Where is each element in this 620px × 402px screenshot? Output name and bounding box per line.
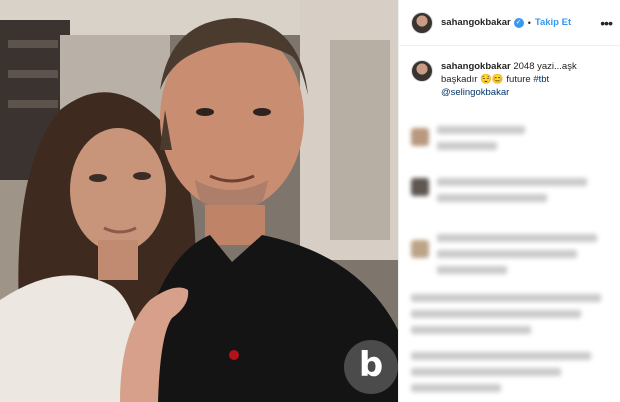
caption-username-text[interactable]: sahangokbakar (441, 61, 511, 72)
post-sidebar: sahangokbakar ✓ • Takip Et ••• sahangokb… (398, 0, 620, 402)
avatar[interactable] (411, 11, 433, 34)
watermark-letter: b (358, 345, 384, 385)
caption-mention[interactable]: @selingokbakar (441, 87, 509, 98)
separator-dot: • (527, 17, 531, 28)
post-photo: b (0, 0, 398, 402)
verified-badge-icon: ✓ (513, 17, 524, 28)
caption-text: sahangokbakar 2048 yazi...aşk başkadır 😌… (441, 60, 610, 99)
photo-illustration (0, 0, 398, 402)
header-username[interactable]: sahangokbakar (441, 17, 511, 28)
post-caption: sahangokbakar 2048 yazi...aşk başkadır 😌… (399, 46, 620, 99)
caption-avatar[interactable] (411, 60, 433, 82)
more-options-icon[interactable]: ••• (600, 15, 613, 31)
caption-emoji: 😌😊 (480, 74, 504, 85)
follow-button[interactable]: Takip Et (535, 17, 571, 28)
watermark-logo: b (344, 340, 398, 394)
caption-hashtag[interactable]: #tbt (533, 74, 549, 85)
post-header: sahangokbakar ✓ • Takip Et ••• (399, 0, 620, 46)
caption-word: future (506, 74, 531, 85)
